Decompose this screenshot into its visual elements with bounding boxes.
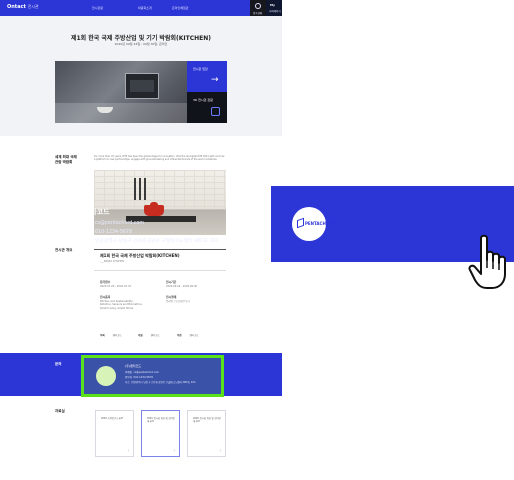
- power-icon: [255, 3, 261, 9]
- red-pot-shape: [144, 202, 164, 216]
- reference-card[interactable]: 2020 전시회 개요 및 참가안내.pdf ⤓: [187, 410, 226, 457]
- info-key: 전시형태: [166, 295, 177, 299]
- info-subtitle: ___KOREA KITCHEN: [100, 260, 124, 263]
- address-value: 인천광역시 남동구 선수촌공원로 구월테크노밸리 ABC호 101: [95, 239, 219, 244]
- phone-key: 연락처: [71, 230, 85, 235]
- hero-kitchen-image: [55, 61, 187, 123]
- address-key: 주소: [71, 239, 80, 244]
- oven-shape: [125, 73, 159, 99]
- hero-title: 제1회 한국 국제 주방산업 및 기기 박람회(KITCHEN): [70, 35, 212, 42]
- status-label: 접속현황: [253, 12, 263, 15]
- divider: [94, 270, 226, 271]
- info-value: 온라인 / 오프라인 동시: [166, 300, 190, 303]
- logo-text: Ontact: [7, 4, 26, 10]
- info-value: 2020.07.20 - 2020.07.31: [100, 285, 132, 288]
- stage: Ontact 전시관 전시관람 박람회소개 온라인체험관 접속현황 My 나의페…: [0, 0, 514, 480]
- host-row: 주최 펜타코드: [100, 334, 122, 337]
- utensil-shape: [144, 178, 146, 200]
- info-section-label: 전시관 개요: [55, 248, 73, 252]
- logo[interactable]: Ontact 전시관: [7, 4, 39, 10]
- company-name-small: (주)펜타코드: [125, 364, 142, 368]
- info-key: 전시품목: [100, 295, 111, 299]
- utensil-shape: [139, 178, 141, 200]
- phone-value[interactable]: 010-1234-5678: [95, 230, 132, 235]
- info-key: 전시기간: [166, 280, 177, 284]
- download-icon: ⤓: [219, 448, 221, 452]
- address-row: 주소 인천광역시 남동구 선수촌공원로 구월테크노밸리 ABC호 101: [71, 237, 219, 244]
- company-name: (주)펜타코드: [71, 208, 110, 216]
- sponsor-row: 후원 펜타코드: [138, 334, 160, 337]
- nav-item-about[interactable]: 박람회소개: [138, 6, 152, 10]
- cube-icon: [211, 107, 220, 116]
- my-label: My: [270, 3, 275, 7]
- address-row-small: 주소 인천광역시 남동구 선수촌공원로 구월테크노밸리 ABC호 101: [125, 381, 196, 384]
- info-title: 제1회 한국 국제 주방산업 박람회(KITCHEN): [100, 253, 180, 258]
- brand-text: PENTACHORD: [305, 221, 336, 226]
- enter-tile-label: 전시관 입장: [193, 67, 208, 71]
- info-value: Kitchen and Sustainability, Robotics, Se…: [100, 300, 143, 310]
- company-logo-small: [96, 366, 116, 386]
- reference-card[interactable]: 2020 조직연구소.pdf ⤓: [95, 410, 134, 457]
- nav-item-online[interactable]: 온라인체험관: [172, 6, 189, 10]
- download-icon: ⤓: [127, 448, 129, 452]
- info-value: 2020.09.24 - 2020.09.30: [166, 285, 198, 288]
- download-icon: ⤓: [173, 448, 175, 452]
- phone-row: 연락처 010-1234-5678: [71, 228, 132, 235]
- phone-row-small: 연락처 010-1234-5678: [125, 376, 153, 379]
- divider: [94, 249, 226, 250]
- email-row: 이메일 cs@pentachord.com: [71, 219, 144, 226]
- info-key: 참가접수: [100, 280, 111, 284]
- reference-section-label: 자료실: [55, 409, 65, 413]
- pentachord-mark-icon: [297, 217, 304, 229]
- 3d-exhibition-tile[interactable]: 3D 전시관 관람: [187, 92, 227, 123]
- pointer-hand-icon: [468, 234, 506, 289]
- company-logo: PENTACHORD: [292, 207, 336, 241]
- email-key: 이메일: [71, 221, 85, 226]
- contact-highlight-box: (주)펜타코드 이메일 cs@pentachord.com 연락처 010-12…: [81, 355, 224, 397]
- tile-wall: [94, 170, 226, 210]
- utensil-shape: [134, 178, 136, 200]
- intro-section-label: 세계 최대 국제 관람 박람회: [55, 155, 77, 164]
- email-row-small: 이메일 cs@pentachord.com: [125, 371, 160, 374]
- organizer-row: 주관 펜타코드: [177, 334, 199, 337]
- top-nav: Ontact 전시관 전시관람 박람회소개 온라인체험관 접속현황 My 나의페…: [0, 0, 282, 16]
- email-value[interactable]: cs@pentachord.com: [95, 221, 144, 226]
- enter-exhibition-tile[interactable]: 전시관 입장 →: [187, 61, 227, 92]
- status-button[interactable]: 접속현황: [250, 0, 266, 16]
- my-page-button[interactable]: My 나의페이지: [266, 0, 282, 16]
- reference-title: 2020 전시회 개요 및 참가안내.pdf: [193, 417, 221, 423]
- reference-card[interactable]: 2020 전시회 개요 및 참가안내.pdf ⤓: [141, 410, 180, 457]
- hero-date: 2020년 09월 24일 - 09월 30일, 온라인: [114, 42, 168, 46]
- contact-section-label: 문의: [55, 362, 62, 366]
- arrow-right-icon: →: [211, 75, 219, 85]
- nav-item-exhibition[interactable]: 전시관람: [92, 6, 103, 10]
- intro-paragraph: For more than 70 years, IKTP has been th…: [94, 155, 225, 161]
- 3d-tile-label: 3D 전시관 관람: [193, 98, 213, 102]
- reference-title: 2020 조직연구소.pdf: [101, 417, 123, 420]
- reference-title: 2020 전시회 개요 및 참가안내.pdf: [147, 417, 175, 423]
- my-sub-label: 나의페이지: [269, 10, 281, 13]
- logo-sub: 전시관: [27, 4, 39, 9]
- counter-shape: [55, 103, 187, 123]
